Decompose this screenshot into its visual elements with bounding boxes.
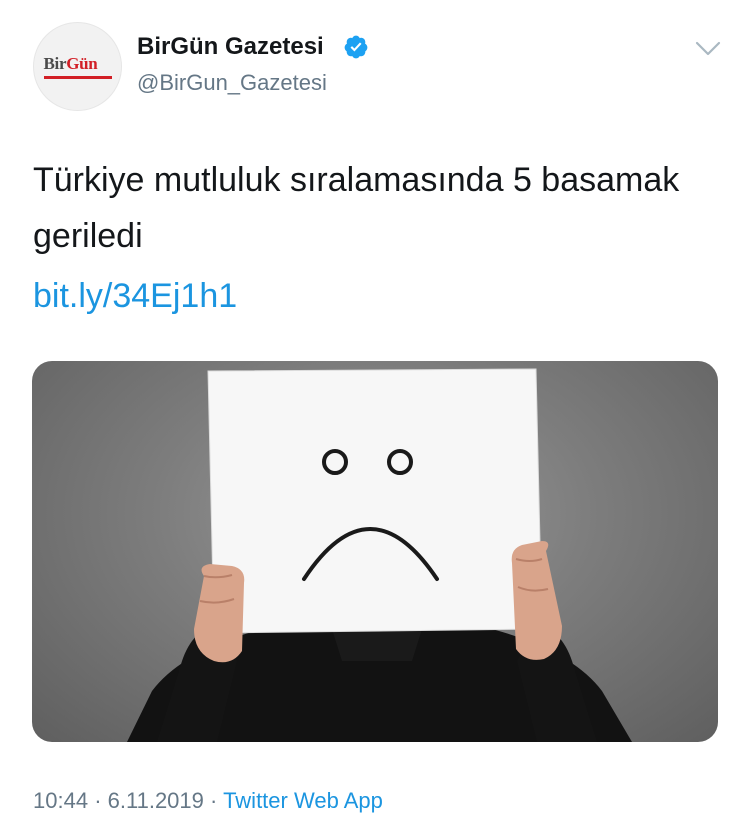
- tweet-media-image[interactable]: [32, 361, 718, 742]
- author-handle[interactable]: @BirGun_Gazetesi: [137, 70, 327, 96]
- verified-badge-icon: [344, 35, 368, 59]
- logo-bar: [43, 75, 112, 79]
- birgun-logo: BirGün: [41, 52, 115, 82]
- tweet-date[interactable]: 6.11.2019: [108, 788, 204, 813]
- meta-separator: ·: [210, 788, 218, 813]
- media-illustration: [127, 368, 632, 742]
- tweet-source-link[interactable]: Twitter Web App: [223, 788, 383, 813]
- logo-text: BirGün: [43, 53, 98, 73]
- avatar[interactable]: BirGün: [33, 22, 122, 111]
- meta-separator: ·: [94, 788, 102, 813]
- tweet-time[interactable]: 10:44: [33, 788, 88, 813]
- tweet-link[interactable]: bit.ly/34Ej1h1: [33, 268, 237, 324]
- left-hand: [194, 564, 245, 663]
- person-neck: [332, 629, 422, 661]
- tweet-meta: 10:44 · 6.11.2019 · Twitter Web App: [33, 788, 383, 814]
- tweet-text: Türkiye mutluluk sıralamasında 5 basamak…: [33, 161, 680, 255]
- sign-board: [207, 368, 543, 634]
- tweet: BirGün BirGün Gazetesi @BirGun_Gazetesi …: [0, 0, 750, 825]
- right-hand: [511, 541, 562, 660]
- author-display-name[interactable]: BirGün Gazetesi: [137, 33, 324, 61]
- chevron-down-icon[interactable]: [695, 40, 721, 58]
